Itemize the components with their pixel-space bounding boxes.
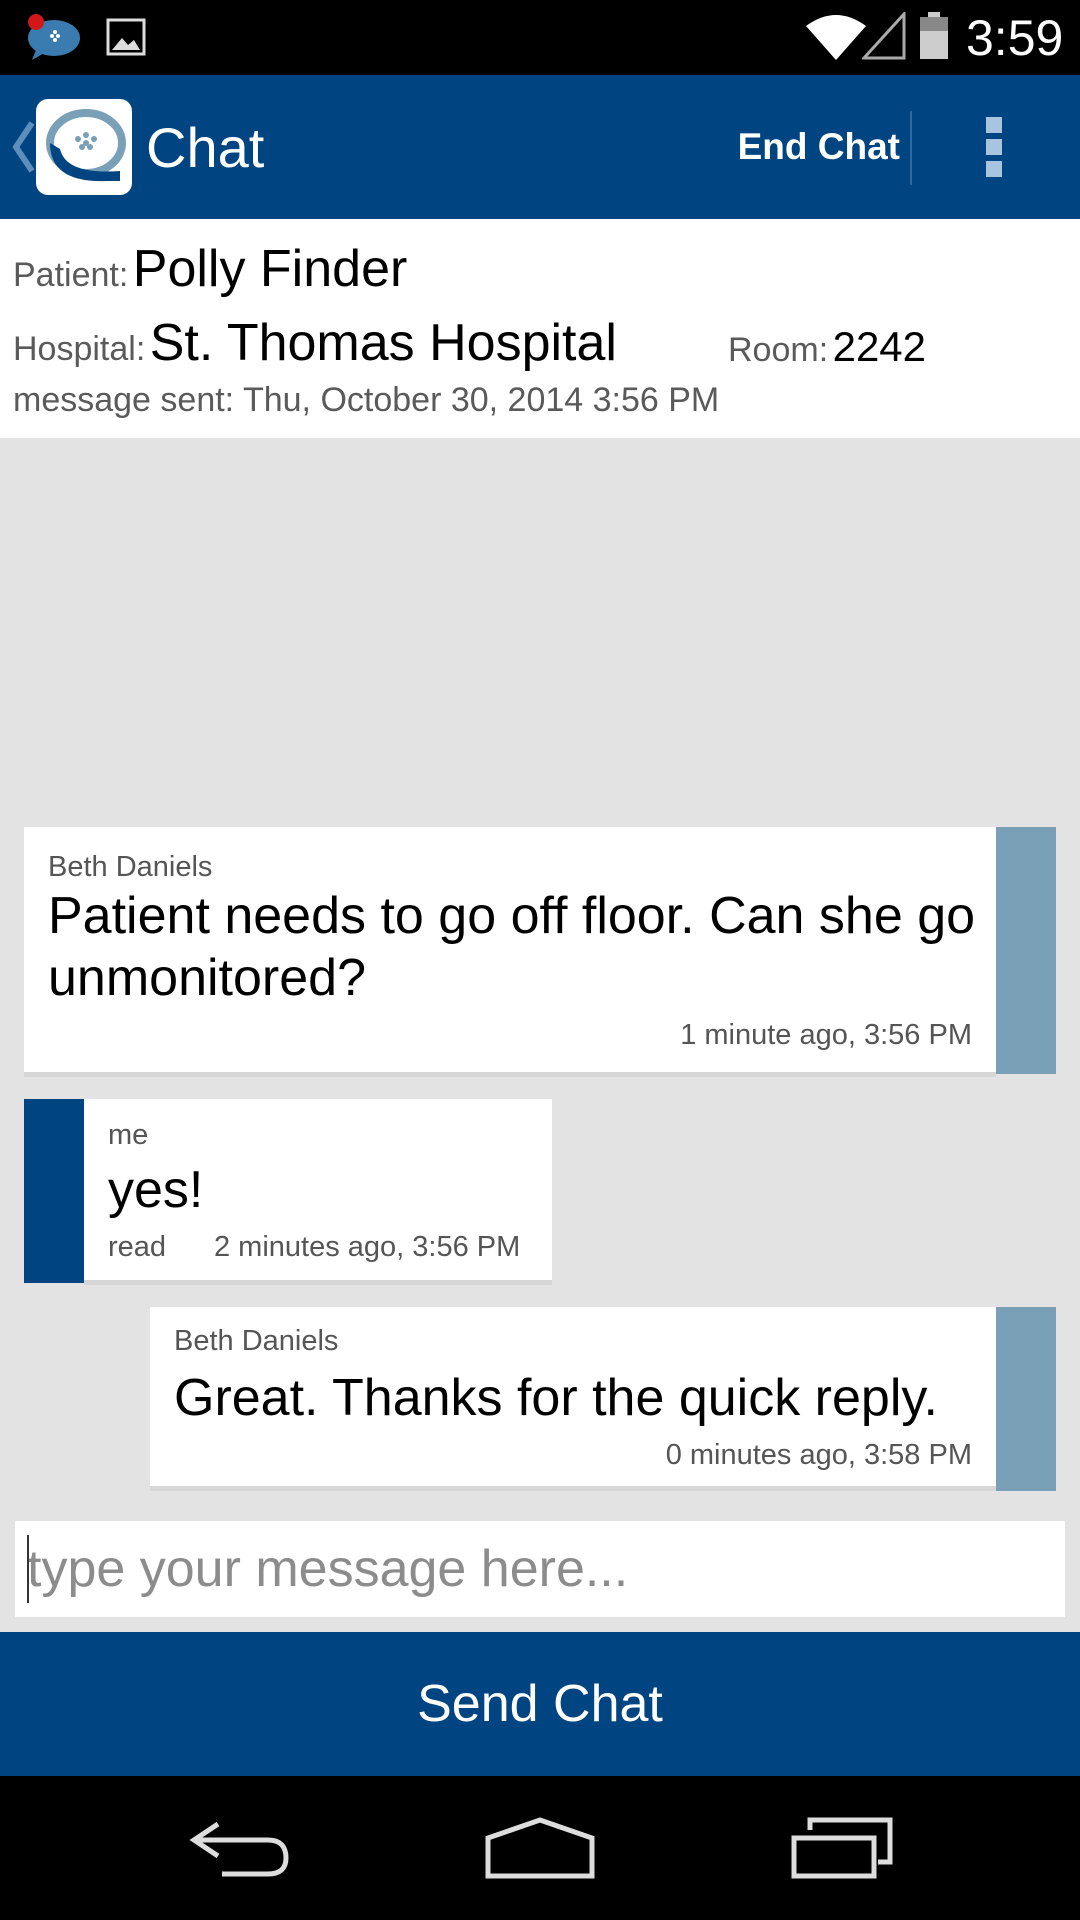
message-sent-line: message sent: Thu, October 30, 2014 3:56… <box>13 381 719 420</box>
incoming-message: Beth Daniels Patient needs to go off flo… <box>24 827 996 1077</box>
incoming-message-accent <box>996 827 1056 1074</box>
app-logo[interactable] <box>36 99 132 195</box>
patient-row: Patient: Polly Finder <box>13 239 407 299</box>
incoming-message-accent <box>996 1307 1056 1491</box>
message-timestamp: 1 minute ago, 3:56 PM <box>680 1019 972 1051</box>
patient-name: Polly Finder <box>132 240 408 298</box>
hospital-label: Hospital: <box>13 330 146 368</box>
text-caret <box>27 1535 29 1603</box>
chat-logo-icon <box>46 109 126 182</box>
overflow-menu-icon[interactable] <box>986 117 1004 177</box>
hospital-row: Hospital: St. Thomas Hospital <box>13 313 617 373</box>
hospital-name: St. Thomas Hospital <box>149 314 617 372</box>
sent-label: message sent: <box>13 381 235 419</box>
message-input[interactable] <box>27 1529 1047 1609</box>
outgoing-message-accent <box>24 1099 84 1283</box>
patient-label: Patient: <box>13 256 129 294</box>
message-composer <box>15 1521 1065 1617</box>
end-chat-button[interactable]: End Chat <box>730 115 900 179</box>
chat-message-list[interactable]: Beth Daniels Patient needs to go off flo… <box>0 438 1080 1632</box>
status-clock: 3:59 <box>966 10 1064 66</box>
image-notification-icon <box>106 18 146 56</box>
signal-icon <box>862 12 906 60</box>
message-sender: Beth Daniels <box>174 1325 339 1357</box>
chat-notification-icon <box>28 14 80 60</box>
message-read-status: read <box>108 1231 167 1263</box>
page-title: Chat <box>146 116 265 179</box>
battery-icon <box>920 12 948 59</box>
status-bar: 3:59 <box>0 0 1080 75</box>
nav-recent-apps-icon[interactable] <box>790 1816 894 1880</box>
incoming-message: Beth Daniels Great. Thanks for the quick… <box>150 1307 996 1491</box>
action-bar-divider <box>910 111 912 185</box>
message-sender: me <box>108 1119 149 1151</box>
message-text: yes! <box>108 1161 204 1219</box>
message-sender: Beth Daniels <box>48 851 213 883</box>
room-label: Room: <box>728 331 829 369</box>
sent-time: Thu, October 30, 2014 3:56 PM <box>242 381 720 419</box>
send-chat-button[interactable]: Send Chat <box>0 1632 1080 1776</box>
message-text: Great. Thanks for the quick reply. <box>174 1369 938 1427</box>
action-bar: Chat End Chat <box>0 75 1080 219</box>
message-text: Patient needs to go off floor. Can she g… <box>48 887 976 1007</box>
room-row: Room: 2242 <box>728 323 926 371</box>
nav-back-icon[interactable] <box>188 1818 292 1880</box>
system-nav-bar <box>0 1776 1080 1920</box>
message-timestamp: 2 minutes ago, 3:56 PM <box>214 1231 521 1263</box>
wifi-icon <box>806 15 866 60</box>
nav-home-icon[interactable] <box>484 1816 596 1880</box>
message-timestamp: 0 minutes ago, 3:58 PM <box>665 1439 972 1471</box>
back-chevron-icon[interactable] <box>10 119 36 175</box>
room-number: 2242 <box>832 323 927 370</box>
outgoing-message: me yes! read 2 minutes ago, 3:56 PM <box>84 1099 552 1285</box>
chat-header-info: Patient: Polly Finder Hospital: St. Thom… <box>0 219 1080 438</box>
